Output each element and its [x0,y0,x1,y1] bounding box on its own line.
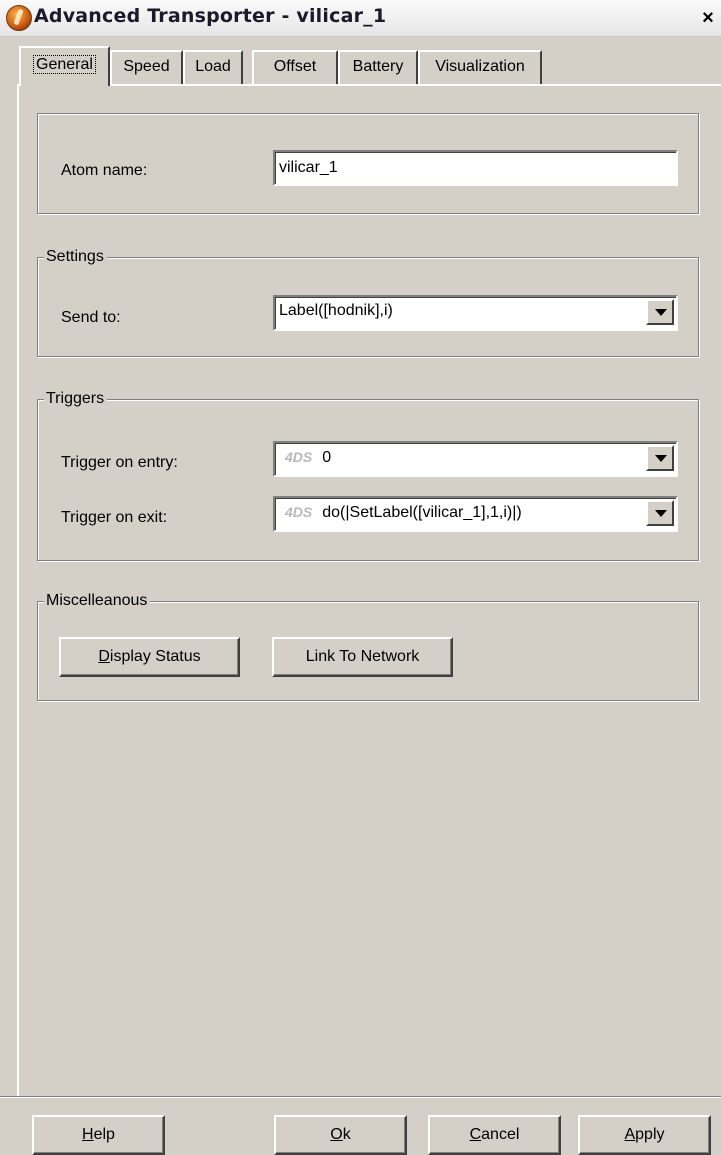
window-title: Advanced Transporter - vilicar_1 [34,5,387,27]
triggers-group: Triggers [37,389,699,561]
tab-speed[interactable]: Speed [110,50,183,84]
app-logo-icon [6,5,32,31]
ok-button[interactable]: Ok [274,1115,407,1155]
tab-label: Speed [123,58,170,75]
misc-legend: Miscelleanous [44,591,151,611]
code-4ds-icon: 4DS [285,504,313,520]
trigger-on-exit-select[interactable]: 4DS do(|SetLabel([vilicar_1],1,i)|) [273,496,678,532]
settings-legend: Settings [44,247,107,267]
tab-general[interactable]: General [19,46,110,86]
tab-label: Offset [273,58,317,75]
trigger-on-exit-value: do(|SetLabel([vilicar_1],1,i)|) [322,504,522,521]
chevron-down-icon[interactable] [646,445,674,471]
title-bar: Advanced Transporter - vilicar_1 × [0,0,721,37]
tab-panel-general [17,84,721,1096]
display-status-button[interactable]: Display Status [59,637,240,677]
help-button[interactable]: Help [32,1115,165,1155]
trigger-on-entry-label: Trigger on entry: [61,454,178,471]
tab-visualization[interactable]: Visualization [418,50,542,84]
tab-label: Load [195,58,231,75]
cancel-button[interactable]: Cancel [428,1115,561,1155]
tab-load[interactable]: Load [183,50,243,84]
atom-name-input[interactable] [273,150,678,186]
link-to-network-button[interactable]: Link To Network [272,637,453,677]
tab-label: General [33,55,96,74]
trigger-on-entry-select[interactable]: 4DS 0 [273,441,678,477]
close-icon[interactable]: × [697,8,719,28]
tab-label: Visualization [435,58,525,75]
tab-label: Battery [352,58,404,75]
chevron-down-icon[interactable] [646,299,674,325]
chevron-down-icon[interactable] [646,500,674,526]
triggers-legend: Triggers [44,389,108,409]
send-to-value: Label([hodnik],i) [279,302,393,319]
send-to-label: Send to: [61,309,121,326]
apply-button[interactable]: Apply [578,1115,711,1155]
atom-name-label: Atom name: [61,162,148,179]
trigger-on-exit-label: Trigger on exit: [61,509,168,526]
send-to-select[interactable]: Label([hodnik],i) [273,295,678,331]
tab-battery[interactable]: Battery [338,50,418,84]
trigger-on-entry-value: 0 [322,449,332,466]
code-4ds-icon: 4DS [285,449,313,465]
tab-offset[interactable]: Offset [252,50,338,84]
